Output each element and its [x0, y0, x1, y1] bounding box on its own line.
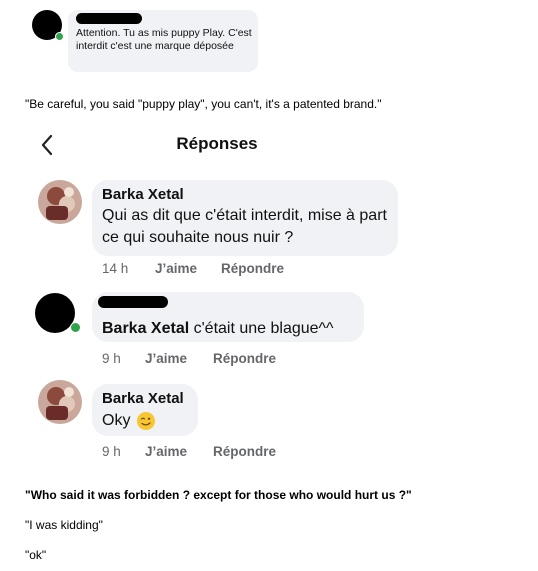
avatar[interactable]: [38, 380, 82, 424]
reply-text: Qui as dit que c'était interdit, mise à …: [102, 207, 387, 246]
page-title: Réponses: [176, 134, 258, 153]
avatar[interactable]: [38, 180, 82, 224]
redacted-username: [98, 296, 168, 308]
reply-timestamp: 9 h: [102, 444, 121, 459]
like-button[interactable]: J’aime: [145, 351, 187, 366]
comment-text: Attention. Tu as mis puppy Play. C'est i…: [76, 27, 252, 52]
reply-timestamp: 14 h: [102, 261, 129, 276]
online-indicator: [70, 322, 81, 333]
reply-text: Barka Xetal c'était une blague^^: [102, 318, 334, 340]
redacted-username: [76, 13, 142, 24]
winking-face-icon: [136, 411, 156, 431]
reply-timestamp: 9 h: [102, 351, 121, 366]
online-indicator: [55, 32, 64, 41]
like-button[interactable]: J’aime: [155, 261, 197, 276]
like-button[interactable]: J’aime: [145, 444, 187, 459]
mention-link[interactable]: Barka Xetal: [102, 320, 189, 337]
translation-caption: "Be careful, you said "puppy play", you …: [25, 97, 382, 111]
translation-caption: "Who said it was forbidden ? except for …: [25, 488, 412, 502]
translation-caption: "I was kidding": [25, 518, 103, 532]
reply-message: c'était une blague^^: [189, 320, 334, 337]
avatar-redacted[interactable]: [35, 293, 75, 333]
reply-button[interactable]: Répondre: [213, 351, 276, 366]
translation-caption: "ok": [25, 548, 47, 562]
reply-text: Oky: [102, 412, 131, 429]
reply-author[interactable]: Barka Xetal: [102, 186, 184, 203]
reply-button[interactable]: Répondre: [213, 444, 276, 459]
reply-button[interactable]: Répondre: [221, 261, 284, 276]
reply-author[interactable]: Barka Xetal: [102, 390, 184, 407]
